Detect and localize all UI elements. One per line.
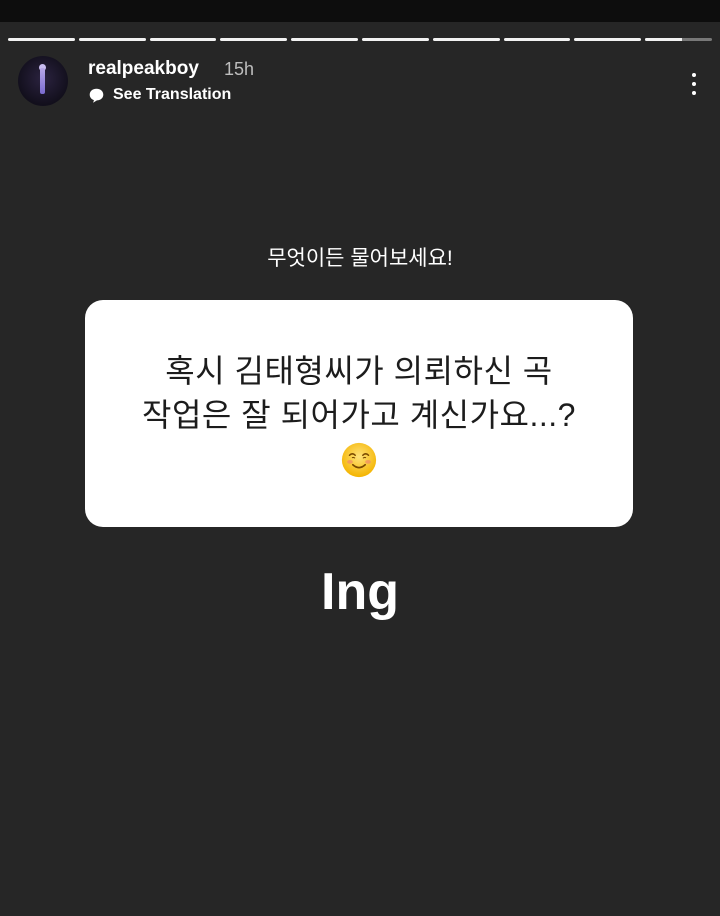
question-text-line: 혹시 김태형씨가 의뢰하신 곡	[165, 352, 553, 389]
progress-segment	[291, 38, 358, 41]
progress-fill	[361, 38, 429, 41]
question-text-line: 작업은 잘 되어가고 계신가요...?	[142, 396, 576, 433]
answer-text: Ing	[321, 563, 399, 621]
question-sticker-prompt: 무엇이든 물어보세요!	[267, 247, 453, 270]
question-sticker-card: 혹시 김태형씨가 의뢰하신 곡 작업은 잘 되어가고 계신가요...?	[85, 300, 633, 527]
profile-avatar[interactable]	[18, 56, 68, 106]
progress-segment	[8, 38, 75, 41]
progress-segment	[432, 38, 500, 41]
see-translation-button[interactable]: See Translation	[88, 86, 231, 104]
progress-fill	[574, 38, 642, 41]
progress-segment	[503, 38, 571, 41]
progress-segment	[149, 38, 217, 41]
progress-fill	[645, 38, 682, 41]
progress-segment	[574, 38, 642, 41]
progress-fill	[78, 38, 146, 41]
more-dot-icon	[692, 73, 696, 77]
progress-fill	[8, 38, 75, 41]
progress-segment	[78, 38, 146, 41]
more-dot-icon	[692, 91, 696, 95]
progress-segment	[361, 38, 429, 41]
story-header: realpeakboy 15h See Translation	[18, 56, 702, 116]
story-viewer[interactable]: realpeakboy 15h See Translation 무엇이든 물어보…	[0, 0, 720, 916]
username[interactable]: realpeakboy	[88, 58, 199, 80]
progress-segment	[220, 38, 288, 41]
progress-fill	[220, 38, 288, 41]
avatar-figure	[40, 68, 45, 94]
progress-fill	[432, 38, 500, 41]
smiling-face-icon	[341, 442, 377, 477]
story-progress-bar	[8, 38, 712, 42]
more-dot-icon	[692, 82, 696, 86]
see-translation-label: See Translation	[113, 86, 232, 103]
post-time: 15h	[224, 59, 255, 79]
more-options-button[interactable]	[686, 64, 702, 104]
translate-icon	[89, 88, 104, 103]
progress-fill	[503, 38, 571, 41]
progress-segment	[645, 38, 712, 41]
progress-fill	[149, 38, 217, 41]
progress-fill	[291, 38, 358, 41]
